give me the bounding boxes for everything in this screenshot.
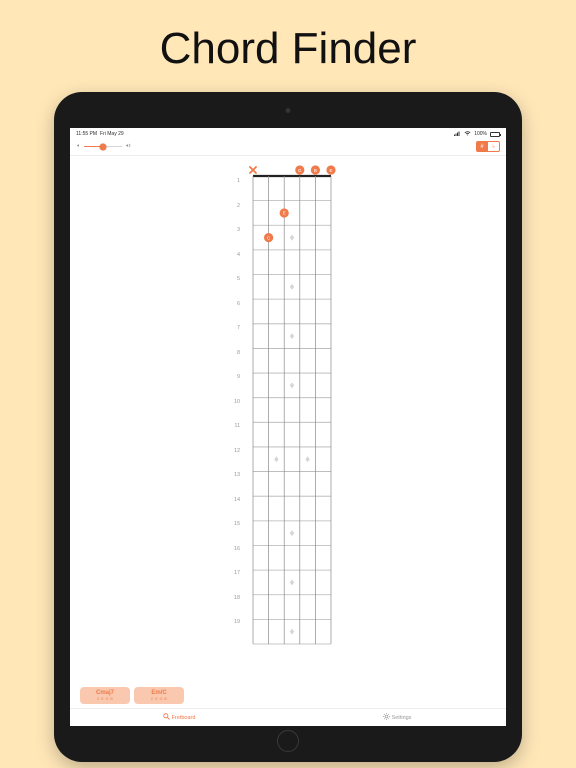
fret-number: 17	[234, 568, 240, 593]
fret-number: 5	[237, 274, 240, 299]
battery-icon	[490, 132, 500, 137]
fret-number: 11	[234, 421, 240, 446]
svg-text:G: G	[298, 168, 302, 173]
fret-number: 16	[234, 544, 240, 569]
device-home-button	[277, 730, 299, 752]
svg-text:B: B	[314, 168, 317, 173]
chord-name: Cmaj7	[80, 690, 130, 697]
app-screen: 11:55 PM Fri May 29 100%	[70, 128, 506, 726]
device-frame: 11:55 PM Fri May 29 100%	[54, 92, 522, 762]
sharp-button[interactable]: #	[476, 141, 488, 152]
svg-text:E: E	[283, 211, 286, 216]
app-toolbar: # ♭	[70, 138, 506, 156]
page-heading: Chord Finder	[160, 24, 417, 74]
speaker-low-icon	[76, 143, 81, 150]
chord-notes: C E G B	[80, 697, 130, 701]
tab-fretboard-label: Fretboard	[172, 715, 196, 721]
tab-settings-label: Settings	[392, 715, 412, 721]
fret-number: 18	[234, 593, 240, 618]
tab-bar: Fretboard Settings	[70, 708, 506, 726]
chord-results-row: Cmaj7C E G BEm/CC E G B	[70, 683, 506, 708]
search-icon	[163, 713, 170, 722]
fret-number: 15	[234, 519, 240, 544]
device-camera	[286, 108, 291, 113]
fret-number: 7	[237, 323, 240, 348]
status-time: 11:55 PM	[76, 131, 97, 137]
fret-number: 10	[234, 397, 240, 422]
status-bar: 11:55 PM Fri May 29 100%	[70, 128, 506, 138]
fret-number: 3	[237, 225, 240, 250]
svg-text:E: E	[330, 168, 333, 173]
tab-settings[interactable]: Settings	[288, 709, 506, 726]
volume-control	[76, 143, 131, 150]
wifi-icon	[464, 131, 471, 138]
fret-number: 8	[237, 348, 240, 373]
chord-notes: C E G B	[134, 697, 184, 701]
speaker-high-icon	[125, 143, 131, 150]
fret-number: 2	[237, 201, 240, 226]
fret-number: 1	[237, 176, 240, 201]
fret-number: 9	[237, 372, 240, 397]
main-area: 12345678910111213141516171819 GBEEC	[70, 156, 506, 683]
fret-number: 12	[234, 446, 240, 471]
fret-number-column: 12345678910111213141516171819	[234, 164, 240, 656]
fretboard[interactable]: GBEEC	[242, 164, 342, 656]
volume-slider[interactable]	[84, 146, 122, 148]
flat-button[interactable]: ♭	[488, 141, 500, 152]
fret-number: 13	[234, 470, 240, 495]
fret-number: 19	[234, 617, 240, 642]
fret-number: 4	[237, 250, 240, 275]
chord-result-button[interactable]: Cmaj7C E G B	[80, 687, 130, 704]
fret-number: 14	[234, 495, 240, 520]
gear-icon	[383, 713, 390, 722]
chord-result-button[interactable]: Em/CC E G B	[134, 687, 184, 704]
status-date: Fri May 29	[100, 131, 124, 137]
battery-pct: 100%	[474, 131, 487, 137]
tab-fretboard[interactable]: Fretboard	[70, 709, 288, 726]
volume-slider-thumb[interactable]	[100, 143, 107, 150]
accidental-toggle: # ♭	[476, 141, 500, 152]
chord-name: Em/C	[134, 690, 184, 697]
signal-icon	[454, 131, 461, 138]
fret-number: 6	[237, 299, 240, 324]
